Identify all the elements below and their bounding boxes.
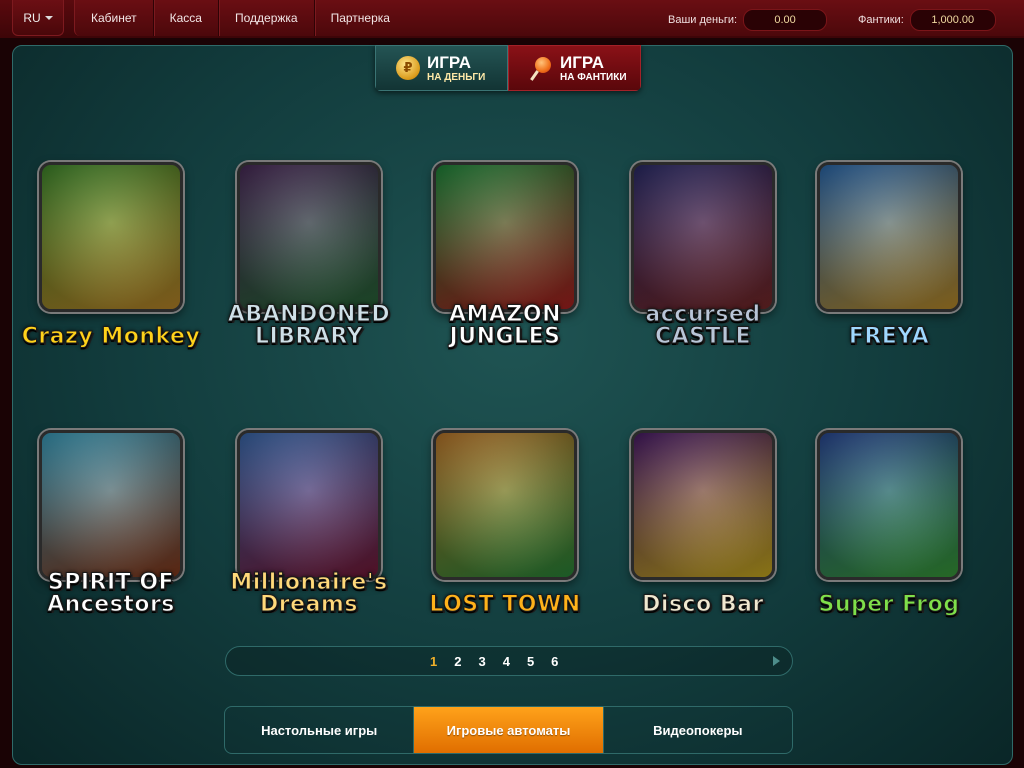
game-artwork [39, 162, 183, 312]
game-tile-spirit-of-ancestors[interactable]: SPIRIT OF Ancestors [21, 416, 201, 626]
play-for-candy-button[interactable]: ИГРА НА ФАНТИКИ [508, 45, 641, 91]
game-title: Super Frog [818, 592, 960, 617]
page-link-2[interactable]: 2 [454, 654, 461, 669]
game-title: Crazy Monkey [21, 324, 201, 349]
money-label: Ваши деньги: [668, 14, 738, 26]
game-artwork [237, 430, 381, 580]
language-label: RU [23, 10, 41, 25]
game-tile-millionaire-s-dreams[interactable]: Millionaire's Dreams [219, 416, 399, 626]
money-mode-title: ИГРА [427, 52, 471, 72]
game-title: LOST TOWN [429, 592, 581, 617]
game-title: Millionaire's Dreams [230, 570, 388, 617]
top-bar: RU Кабинет Касса Поддержка Партнерка Ваш… [0, 0, 1024, 38]
page-link-1[interactable]: 1 [430, 654, 437, 669]
game-title: Disco Bar [642, 592, 764, 617]
page-link-6[interactable]: 6 [551, 654, 558, 669]
game-artwork [237, 162, 381, 312]
game-tile-amazon-jungles[interactable]: AMAZON JUNGLES [415, 148, 595, 358]
nav-cabinet[interactable]: Кабинет [75, 0, 154, 36]
tab-slot-machines[interactable]: Игровые автоматы [414, 707, 604, 753]
game-tile-super-frog[interactable]: Super Frog [799, 416, 979, 626]
game-artwork [433, 430, 577, 580]
money-value: 0.00 [743, 9, 828, 31]
candy-balance: Фантики: 1,000.00 [858, 9, 996, 31]
coin-icon: ₽ [396, 56, 420, 80]
nav-partners[interactable]: Партнерка [315, 0, 406, 36]
game-tile-accursed-castle[interactable]: accursed CASTLE [613, 148, 793, 358]
game-artwork [817, 162, 961, 312]
game-tile-freya[interactable]: FREYA [799, 148, 979, 358]
next-page-icon[interactable] [773, 656, 780, 666]
games-panel: ₽ ИГРА НА ДЕНЬГИ ИГРА НА ФАНТИКИ Crazy M… [12, 45, 1013, 765]
game-artwork [817, 430, 961, 580]
candy-mode-title: ИГРА [560, 52, 604, 72]
language-selector[interactable]: RU [12, 0, 64, 36]
game-tile-lost-town[interactable]: LOST TOWN [415, 416, 595, 626]
pagination: 1 2 3 4 5 6 [225, 646, 793, 676]
game-artwork [631, 162, 775, 312]
nav-cashier[interactable]: Касса [154, 0, 219, 36]
page-link-3[interactable]: 3 [478, 654, 485, 669]
game-tile-disco-bar[interactable]: Disco Bar [613, 416, 793, 626]
chevron-down-icon [44, 15, 53, 20]
mode-switch: ₽ ИГРА НА ДЕНЬГИ ИГРА НА ФАНТИКИ [375, 45, 641, 91]
game-title: SPIRIT OF Ancestors [47, 570, 175, 617]
play-for-money-button[interactable]: ₽ ИГРА НА ДЕНЬГИ [375, 45, 508, 91]
tab-video-poker[interactable]: Видеопокеры [604, 707, 792, 753]
candy-mode-subtitle: НА ФАНТИКИ [560, 71, 627, 83]
game-title: accursed CASTLE [645, 302, 761, 349]
game-tile-abandoned-library[interactable]: ABANDONED LIBRARY [219, 148, 399, 358]
money-mode-subtitle: НА ДЕНЬГИ [427, 71, 486, 83]
candy-value: 1,000.00 [909, 9, 996, 31]
candy-label: Фантики: [858, 14, 904, 26]
game-artwork [433, 162, 577, 312]
lollipop-icon [529, 56, 553, 80]
page-link-4[interactable]: 4 [503, 654, 510, 669]
game-tile-crazy-monkey[interactable]: Crazy Monkey [21, 148, 201, 358]
page-link-5[interactable]: 5 [527, 654, 534, 669]
nav-support[interactable]: Поддержка [219, 0, 315, 36]
tab-table-games[interactable]: Настольные игры [225, 707, 415, 753]
category-tabs: Настольные игры Игровые автоматы Видеопо… [224, 706, 793, 754]
game-artwork [631, 430, 775, 580]
game-title: ABANDONED LIBRARY [227, 302, 391, 349]
game-title: AMAZON JUNGLES [448, 302, 561, 349]
money-balance: Ваши деньги: 0.00 [668, 9, 828, 31]
game-artwork [39, 430, 183, 580]
game-title: FREYA [848, 324, 930, 349]
